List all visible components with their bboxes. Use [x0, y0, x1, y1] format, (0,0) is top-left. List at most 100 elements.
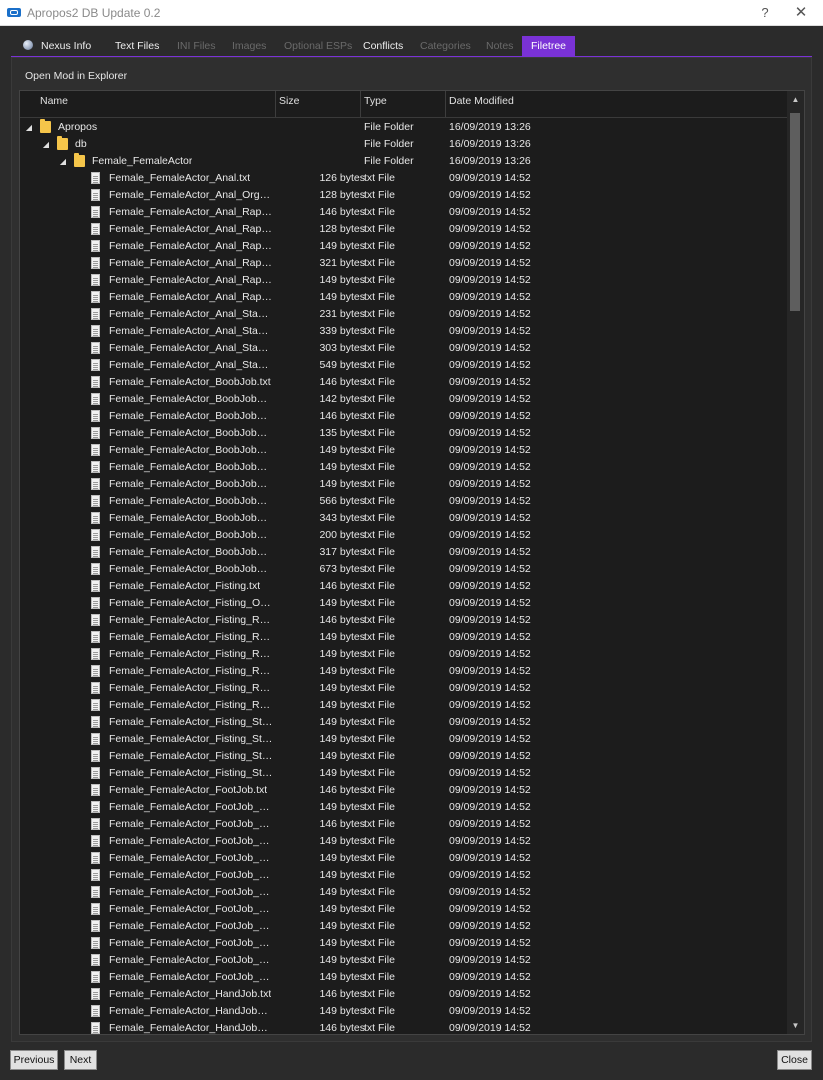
tree-file-row[interactable]: Female_FemaleActor_Fisting_Rape... 149 by… — [20, 697, 787, 714]
close-button[interactable]: Close — [777, 1050, 812, 1070]
tree-file-row[interactable]: Female_FemaleActor_FootJob_Rap... 149 byt… — [20, 884, 787, 901]
tree-file-row[interactable]: Female_FemaleActor_HandJob_Or... 149 byte… — [20, 1003, 787, 1020]
tree-file-row[interactable]: Female_FemaleActor_FootJob_Org... 149 byt… — [20, 799, 787, 816]
scroll-down-icon[interactable]: ▼ — [787, 1017, 804, 1034]
tree-file-row[interactable]: Female_FemaleActor_Fisting_Stag... 149 by… — [20, 731, 787, 748]
next-button[interactable]: Next — [64, 1050, 97, 1070]
item-size: 149 bytes — [319, 852, 365, 864]
file-icon — [91, 291, 100, 303]
tree-file-row[interactable]: Female_FemaleActor_Anal_Stage1.... 231 by… — [20, 306, 787, 323]
tree-file-row[interactable]: Female_FemaleActor_FootJob_Rap... 146 byt… — [20, 816, 787, 833]
expand-arrow-icon[interactable]: ◢ — [24, 119, 34, 136]
tree-file-row[interactable]: Female_FemaleActor_BoobJob_Ra... 146 byte… — [20, 408, 787, 425]
tree-file-row[interactable]: Female_FemaleActor_FootJob_Sta... 149 byt… — [20, 952, 787, 969]
tree-file-row[interactable]: Female_FemaleActor_FootJob_Rap... 149 byt… — [20, 833, 787, 850]
tree-file-row[interactable]: Female_FemaleActor_FootJob_Rap... 149 byt… — [20, 850, 787, 867]
tree-file-row[interactable]: Female_FemaleActor_Anal_Rape_S... 149 byt… — [20, 289, 787, 306]
tree-file-row[interactable]: Female_FemaleActor_Anal_Stage4.... 549 by… — [20, 357, 787, 374]
window-close-button[interactable]: ✕ — [790, 3, 812, 23]
vertical-scrollbar[interactable]: ▲ ▼ — [787, 91, 804, 1034]
tree-file-row[interactable]: Female_FemaleActor_Fisting_Rape... 149 by… — [20, 629, 787, 646]
item-name: Female_FemaleActor_HandJob_Or... — [109, 1005, 273, 1017]
item-size: 317 bytes — [319, 546, 365, 558]
column-header-name[interactable]: Name — [40, 91, 68, 117]
tree-file-row[interactable]: Female_FemaleActor_BoobJob_Ra... 149 byte… — [20, 442, 787, 459]
tree-header: Name Size Type Date Modified — [20, 91, 787, 118]
item-date-modified: 09/09/2019 14:52 — [449, 682, 531, 694]
tree-file-row[interactable]: Female_FemaleActor_Fisting_Rape... 149 by… — [20, 680, 787, 697]
tree-file-row[interactable]: Female_FemaleActor_Fisting_Stag... 149 by… — [20, 748, 787, 765]
tree-file-row[interactable]: Female_FemaleActor_Fisting_Stag... 149 by… — [20, 714, 787, 731]
scrollbar-thumb[interactable] — [790, 113, 800, 311]
tab-conflicts[interactable]: Conflicts — [355, 36, 411, 57]
tree-file-row[interactable]: Female_FemaleActor_FootJob_Rap... 149 byt… — [20, 867, 787, 884]
tab-optional-esps[interactable]: Optional ESPs — [276, 36, 360, 57]
column-divider[interactable] — [275, 91, 276, 117]
item-size: 146 bytes — [319, 1022, 365, 1034]
tree-file-row[interactable]: Female_FemaleActor_Fisting_Rape... 149 by… — [20, 646, 787, 663]
tree-file-row[interactable]: Female_FemaleActor_BoobJob_Or... 142 byte… — [20, 391, 787, 408]
tree-file-row[interactable]: Female_FemaleActor_FootJob.txt 146 bytes t… — [20, 782, 787, 799]
previous-button[interactable]: Previous — [10, 1050, 58, 1070]
tab-nexus-info[interactable]: Nexus Info — [15, 36, 99, 57]
expand-arrow-icon[interactable]: ◢ — [41, 136, 51, 153]
tree-file-row[interactable]: Female_FemaleActor_BoobJob_Sta... 673 byt… — [20, 561, 787, 578]
tree-file-row[interactable]: Female_FemaleActor_FootJob_Rap... 149 byt… — [20, 901, 787, 918]
column-divider[interactable] — [445, 91, 446, 117]
tree-file-row[interactable]: Female_FemaleActor_Anal_Rape_S... 321 byt… — [20, 255, 787, 272]
column-header-type[interactable]: Type — [364, 91, 387, 117]
tree-file-row[interactable]: Female_FemaleActor_BoobJob_Sta... 200 byt… — [20, 527, 787, 544]
tree-folder-row[interactable]: ◢ Apropos File Folder 16/09/2019 13:26 — [20, 119, 787, 136]
item-type: txt File — [364, 937, 395, 949]
item-date-modified: 09/09/2019 14:52 — [449, 172, 531, 184]
tab-images[interactable]: Images — [224, 36, 274, 57]
item-type: txt File — [364, 954, 395, 966]
tree-folder-row[interactable]: ◢ Female_FemaleActor File Folder 16/09/2019… — [20, 153, 787, 170]
column-divider[interactable] — [360, 91, 361, 117]
tree-file-row[interactable]: Female_FemaleActor_BoobJob_Sta... 343 byt… — [20, 510, 787, 527]
tree-file-row[interactable]: Female_FemaleActor_Anal_Orgas... 128 byte… — [20, 187, 787, 204]
tree-folder-row[interactable]: ◢ db File Folder 16/09/2019 13:26 — [20, 136, 787, 153]
tree-file-row[interactable]: Female_FemaleActor_FootJob_Sta... 149 byt… — [20, 969, 787, 986]
tree-file-row[interactable]: Female_FemaleActor_Anal_Rape_S... 149 byt… — [20, 272, 787, 289]
file-tree-view[interactable]: Name Size Type Date Modified ◢ Apropos Fil… — [19, 90, 805, 1035]
scroll-up-icon[interactable]: ▲ — [787, 91, 804, 108]
tree-file-row[interactable]: Female_FemaleActor_Fisting_Orga... 149 by… — [20, 595, 787, 612]
tree-file-row[interactable]: Female_FemaleActor_BoobJob_Ra... 566 byte… — [20, 493, 787, 510]
tree-file-row[interactable]: Female_FemaleActor_Fisting.txt 146 bytes t… — [20, 578, 787, 595]
tree-file-row[interactable]: Female_FemaleActor_BoobJob_Ra... 135 byte… — [20, 425, 787, 442]
tree-file-row[interactable]: Female_FemaleActor_Anal_Rape.txt 146 byte… — [20, 204, 787, 221]
item-size: 149 bytes — [319, 716, 365, 728]
expand-arrow-icon[interactable]: ◢ — [58, 153, 68, 170]
tree-file-row[interactable]: Female_FemaleActor_BoobJob.txt 146 bytes t… — [20, 374, 787, 391]
tree-file-row[interactable]: Female_FemaleActor_BoobJob_Sta... 317 byt… — [20, 544, 787, 561]
item-name: Female_FemaleActor_Anal_Rape_... — [109, 223, 273, 235]
tree-file-row[interactable]: Female_FemaleActor_HandJob.txt 146 bytes t… — [20, 986, 787, 1003]
item-name: Female_FemaleActor_FootJob_Sta... — [109, 971, 273, 983]
tree-file-row[interactable]: Female_FemaleActor_Anal.txt 126 bytes txt … — [20, 170, 787, 187]
tree-file-row[interactable]: Female_FemaleActor_Fisting_Rape... 149 by… — [20, 663, 787, 680]
tree-file-row[interactable]: Female_FemaleActor_BoobJob_Ra... 149 byte… — [20, 476, 787, 493]
tab-ini-files[interactable]: INI Files — [169, 36, 224, 57]
tree-file-row[interactable]: Female_FemaleActor_Anal_Stage2.... 339 by… — [20, 323, 787, 340]
tree-file-row[interactable]: Female_FemaleActor_HandJob_Ra... 146 byte… — [20, 1020, 787, 1034]
column-header-size[interactable]: Size — [279, 91, 299, 117]
tree-file-row[interactable]: Female_FemaleActor_FootJob_Sta... 149 byt… — [20, 918, 787, 935]
tree-file-row[interactable]: Female_FemaleActor_FootJob_Sta... 149 byt… — [20, 935, 787, 952]
tree-file-row[interactable]: Female_FemaleActor_Fisting_Stag... 149 by… — [20, 765, 787, 782]
tab-filetree[interactable]: Filetree — [522, 36, 575, 57]
tab-categories[interactable]: Categories — [412, 36, 479, 57]
item-name: Female_FemaleActor_BoobJob.txt — [109, 376, 271, 388]
tree-file-row[interactable]: Female_FemaleActor_BoobJob_Ra... 149 byte… — [20, 459, 787, 476]
tree-file-row[interactable]: Female_FemaleActor_Anal_Stage3.... 303 by… — [20, 340, 787, 357]
tree-file-row[interactable]: Female_FemaleActor_Anal_Rape_S... 149 byt… — [20, 238, 787, 255]
open-mod-in-explorer-button[interactable]: Open Mod in Explorer — [25, 70, 127, 82]
tree-file-row[interactable]: Female_FemaleActor_Anal_Rape_... 128 byte… — [20, 221, 787, 238]
tab-notes[interactable]: Notes — [478, 36, 521, 57]
help-button[interactable]: ? — [755, 3, 775, 23]
file-icon — [91, 835, 100, 847]
tree-file-row[interactable]: Female_FemaleActor_Fisting_Rape... 146 by… — [20, 612, 787, 629]
column-header-date-modified[interactable]: Date Modified — [449, 91, 514, 117]
item-date-modified: 16/09/2019 13:26 — [449, 121, 531, 133]
tab-text-files[interactable]: Text Files — [107, 36, 167, 57]
